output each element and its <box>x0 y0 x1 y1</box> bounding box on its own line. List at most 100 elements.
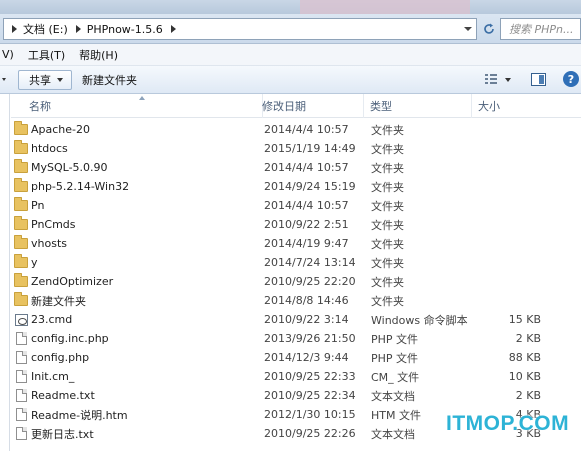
file-row[interactable]: Apache-20 2014/4/4 10:57 文件夹 <box>11 120 581 139</box>
file-row[interactable]: vhosts 2014/4/19 9:47 文件夹 <box>11 234 581 253</box>
address-dropdown-icon[interactable] <box>464 27 472 31</box>
file-size <box>476 234 541 253</box>
breadcrumb-arrow-icon[interactable] <box>75 25 81 33</box>
file-row[interactable]: config.inc.php 2013/9/26 21:50 PHP 文件 2 KB <box>11 329 581 348</box>
file-row-icon-cell <box>13 234 29 253</box>
file-icon <box>15 370 27 383</box>
folder-icon <box>14 273 28 287</box>
file-modified: 2010/9/25 22:26 <box>264 427 356 440</box>
file-row[interactable]: 新建文件夹 2014/8/8 14:46 文件夹 <box>11 291 581 310</box>
file-modified: 2014/9/24 15:19 <box>264 180 356 193</box>
file-icon <box>15 351 27 364</box>
file-row[interactable]: MySQL-5.0.90 2014/4/4 10:57 文件夹 <box>11 158 581 177</box>
file-type: 文件夹 <box>371 199 404 213</box>
column-header-type[interactable]: 类型 <box>364 94 472 118</box>
file-icon <box>15 408 27 421</box>
file-name: Apache-20 <box>31 123 91 136</box>
file-name: Readme-说明.htm <box>31 408 128 422</box>
file-row[interactable]: PnCmds 2010/9/22 2:51 文件夹 <box>11 215 581 234</box>
file-name: config.inc.php <box>31 332 109 345</box>
file-row[interactable]: php-5.2.14-Win32 2014/9/24 15:19 文件夹 <box>11 177 581 196</box>
file-row-icon-cell <box>13 424 29 443</box>
file-icon <box>15 389 27 402</box>
address-bar[interactable]: 文档 (E:) PHPnow-1.5.6 <box>3 18 477 40</box>
file-type: 文件夹 <box>371 237 404 251</box>
file-row[interactable]: config.php 2014/12/3 9:44 PHP 文件 88 KB <box>11 348 581 367</box>
file-row-icon-cell <box>13 310 29 329</box>
file-row-icon-cell <box>13 139 29 158</box>
file-type: 文件夹 <box>371 294 404 308</box>
new-folder-button[interactable]: 新建文件夹 <box>72 70 147 90</box>
file-row-icon-cell <box>13 120 29 139</box>
file-row[interactable]: y 2014/7/24 13:14 文件夹 <box>11 253 581 272</box>
column-header-name[interactable]: 名称 <box>23 94 263 118</box>
file-type: 文件夹 <box>371 142 404 156</box>
file-name: vhosts <box>31 237 67 250</box>
file-name: config.php <box>31 351 90 364</box>
file-icon <box>15 332 27 345</box>
file-row[interactable]: htdocs 2015/1/19 14:49 文件夹 <box>11 139 581 158</box>
file-row[interactable]: Init.cm_ 2010/9/25 22:33 CM_ 文件 10 KB <box>11 367 581 386</box>
file-size <box>476 253 541 272</box>
share-label: 共享 <box>29 73 51 87</box>
file-size: 88 KB <box>508 351 541 364</box>
folder-icon <box>14 292 28 306</box>
organize-arrow-icon[interactable] <box>0 74 10 86</box>
file-name: MySQL-5.0.90 <box>31 161 108 174</box>
view-options-icon[interactable] <box>484 72 498 86</box>
refresh-icon[interactable] <box>480 18 498 40</box>
file-name: 23.cmd <box>31 313 73 326</box>
file-name: Init.cm_ <box>31 370 75 383</box>
breadcrumb-item-folder[interactable]: PHPnow-1.5.6 <box>87 23 163 36</box>
file-modified: 2014/4/4 10:57 <box>264 161 349 174</box>
chevron-down-icon <box>57 77 63 82</box>
file-row-icon-cell <box>13 386 29 405</box>
breadcrumb-arrow-icon[interactable] <box>12 25 17 33</box>
file-type: 文件夹 <box>371 275 404 289</box>
file-modified: 2012/1/30 10:15 <box>264 408 356 421</box>
file-size <box>476 291 541 310</box>
preview-pane-icon[interactable] <box>531 73 546 86</box>
navigation-pane[interactable] <box>0 94 10 451</box>
file-name: Pn <box>31 199 45 212</box>
file-row-icon-cell <box>13 329 29 348</box>
file-type: 文件夹 <box>371 123 404 137</box>
view-dropdown-icon[interactable] <box>505 78 511 82</box>
file-size: 2 KB <box>515 332 541 345</box>
file-row-icon-cell <box>13 177 29 196</box>
file-row[interactable]: Readme.txt 2010/9/25 22:34 文本文档 2 KB <box>11 386 581 405</box>
file-name: php-5.2.14-Win32 <box>31 180 130 193</box>
folder-icon <box>14 197 28 211</box>
cmd-file-icon <box>14 313 28 326</box>
file-row[interactable]: ZendOptimizer 2010/9/25 22:20 文件夹 <box>11 272 581 291</box>
share-button[interactable]: 共享 <box>18 69 72 90</box>
folder-icon <box>14 216 28 230</box>
file-modified: 2010/9/25 22:34 <box>264 389 356 402</box>
file-size: 15 KB <box>508 313 541 326</box>
file-modified: 2014/7/24 13:14 <box>264 256 356 269</box>
file-modified: 2010/9/25 22:20 <box>264 275 356 288</box>
column-header-row: 名称 修改日期 类型 大小 <box>11 94 581 118</box>
column-header-size[interactable]: 大小 <box>472 94 562 118</box>
file-type: Windows 命令脚本 <box>371 313 468 327</box>
file-name: ZendOptimizer <box>31 275 114 288</box>
file-modified: 2014/4/19 9:47 <box>264 237 349 250</box>
menu-help[interactable]: 帮助(H) <box>72 47 125 63</box>
breadcrumb-arrow-icon[interactable] <box>170 25 176 33</box>
file-list: Apache-20 2014/4/4 10:57 文件夹 htdocs 2015/1/1… <box>11 120 581 443</box>
search-placeholder: 搜索 PHPn... <box>509 23 574 36</box>
menu-tools[interactable]: 工具(T) <box>21 47 72 63</box>
file-row[interactable]: 23.cmd 2010/9/22 3:14 Windows 命令脚本 15 KB <box>11 310 581 329</box>
file-type: 文件夹 <box>371 218 404 232</box>
menu-view[interactable]: V) <box>0 48 21 61</box>
file-type: PHP 文件 <box>371 332 419 346</box>
file-name: 新建文件夹 <box>31 294 86 308</box>
help-icon[interactable]: ? <box>563 71 579 87</box>
folder-icon <box>14 178 28 192</box>
file-row[interactable]: Pn 2014/4/4 10:57 文件夹 <box>11 196 581 215</box>
breadcrumb-item-drive[interactable]: 文档 (E:) <box>23 21 68 37</box>
search-input[interactable]: 搜索 PHPn... <box>500 18 581 40</box>
file-type: CM_ 文件 <box>371 370 420 384</box>
column-header-modified[interactable]: 修改日期 <box>256 94 364 118</box>
window-title-strip <box>0 0 581 14</box>
